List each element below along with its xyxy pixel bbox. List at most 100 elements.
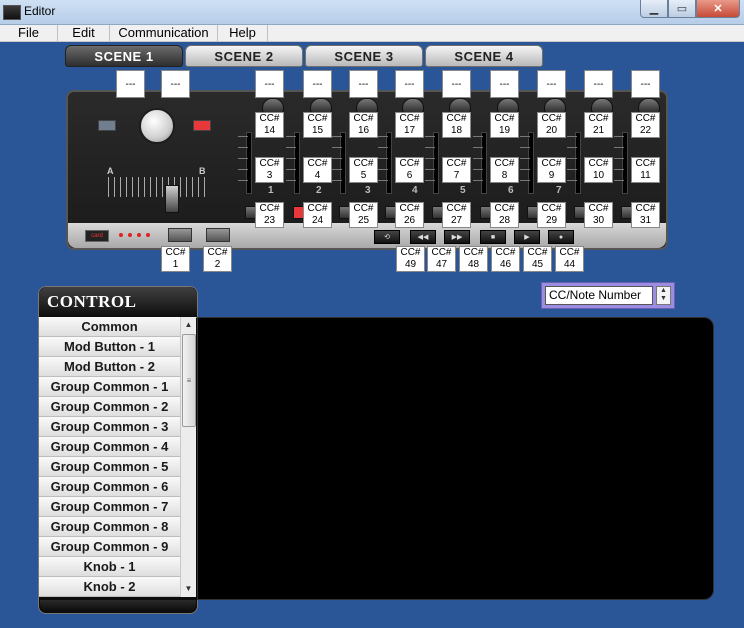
knob-cc-label[interactable]: CC# 20 (537, 112, 566, 138)
mod-button-cc-label[interactable]: CC# 1 (161, 246, 190, 272)
transport-cc-label[interactable]: CC# 47 (427, 246, 456, 272)
channel-fader-slot (340, 132, 346, 194)
tab-scene-4[interactable]: SCENE 4 (425, 45, 543, 67)
transport-cc-label[interactable]: CC# 49 (396, 246, 425, 272)
knob-cc-label[interactable]: CC# 18 (442, 112, 471, 138)
menu-file[interactable]: File (0, 25, 58, 41)
spinner-arrows-icon[interactable]: ▲ ▼ (656, 286, 671, 305)
button-cc-label[interactable]: CC# 31 (631, 202, 660, 228)
fader-tick (378, 147, 388, 148)
button-cc-label[interactable]: CC# 26 (395, 202, 424, 228)
list-item-group-common-4[interactable]: Group Common - 4 (39, 437, 180, 457)
button-cc-label[interactable]: CC# 28 (490, 202, 519, 228)
list-item-mod-button-1[interactable]: Mod Button - 1 (39, 337, 180, 357)
mod-button-1[interactable] (168, 228, 192, 242)
close-button[interactable]: ✕ (696, 0, 740, 18)
group-label[interactable]: --- (490, 70, 519, 98)
menu-edit[interactable]: Edit (58, 25, 110, 41)
list-item-common[interactable]: Common (39, 317, 180, 337)
group-label[interactable]: --- (537, 70, 566, 98)
fader-tick (614, 136, 624, 137)
control-list: Common Mod Button - 1 Mod Button - 2 Gro… (39, 317, 180, 597)
group-label[interactable]: --- (255, 70, 284, 98)
play-icon: ▶ (514, 230, 540, 244)
list-item-group-common-7[interactable]: Group Common - 7 (39, 497, 180, 517)
tab-scene-1[interactable]: SCENE 1 (65, 45, 183, 67)
group-label[interactable]: --- (395, 70, 424, 98)
maximize-button[interactable]: ▭ (668, 0, 696, 18)
fader-cc-label[interactable]: CC# 6 (395, 157, 424, 183)
list-item-group-common-5[interactable]: Group Common - 5 (39, 457, 180, 477)
cc-note-select[interactable]: CC/Note Number ▲ ▼ (541, 282, 675, 309)
channel-number: 2 (316, 185, 322, 196)
list-item-knob-1[interactable]: Knob - 1 (39, 557, 180, 577)
button-cc-label[interactable]: CC# 27 (442, 202, 471, 228)
list-item-group-common-2[interactable]: Group Common - 2 (39, 397, 180, 417)
list-item-group-common-6[interactable]: Group Common - 6 (39, 477, 180, 497)
transport-cc-label[interactable]: CC# 45 (523, 246, 552, 272)
fader-tick (332, 169, 342, 170)
fader-cc-label[interactable]: CC# 11 (631, 157, 660, 183)
scroll-up-icon[interactable]: ▲ (181, 318, 196, 332)
control-list-scrollbar[interactable]: ▲ ≡ ▼ (180, 317, 196, 597)
button-cc-label[interactable]: CC# 29 (537, 202, 566, 228)
cycle-icon: ⟲ (374, 230, 400, 244)
fader-tick (332, 158, 342, 159)
parameter-editor-area (197, 317, 714, 600)
tab-scene-2[interactable]: SCENE 2 (185, 45, 303, 67)
fader-cc-label[interactable]: CC# 9 (537, 157, 566, 183)
menu-help[interactable]: Help (218, 25, 268, 41)
fader-tick (473, 136, 483, 137)
mod-button-cc-label[interactable]: CC# 2 (203, 246, 232, 272)
list-item-group-common-3[interactable]: Group Common - 3 (39, 417, 180, 437)
transport-cc-label[interactable]: CC# 48 (459, 246, 488, 272)
tab-scene-3[interactable]: SCENE 3 (305, 45, 423, 67)
fader-tick (614, 158, 624, 159)
minimize-button[interactable]: ▁ (640, 0, 668, 18)
transport-cc-label[interactable]: CC# 46 (491, 246, 520, 272)
list-item-mod-button-2[interactable]: Mod Button - 2 (39, 357, 180, 377)
fast-forward-icon: ▶▶ (444, 230, 470, 244)
list-item-group-common-1[interactable]: Group Common - 1 (39, 377, 180, 397)
scene-param-label[interactable]: --- (161, 70, 190, 98)
fader-tick (425, 169, 435, 170)
button-cc-label[interactable]: CC# 30 (584, 202, 613, 228)
group-label[interactable]: --- (631, 70, 660, 98)
scene-param-label[interactable]: --- (116, 70, 145, 98)
scroll-down-icon[interactable]: ▼ (181, 582, 196, 596)
button-cc-label[interactable]: CC# 25 (349, 202, 378, 228)
knob-cc-label[interactable]: CC# 21 (584, 112, 613, 138)
fader-cc-label[interactable]: CC# 7 (442, 157, 471, 183)
knob-cc-label[interactable]: CC# 14 (255, 112, 284, 138)
fader-cc-label[interactable]: CC# 4 (303, 157, 332, 183)
scroll-thumb[interactable]: ≡ (182, 334, 196, 427)
mod-led-2 (193, 120, 211, 131)
group-label[interactable]: --- (442, 70, 471, 98)
list-item-group-common-8[interactable]: Group Common - 8 (39, 517, 180, 537)
channel-number: 1 (268, 185, 274, 196)
fader-tick (378, 180, 388, 181)
knob-cc-label[interactable]: CC# 19 (490, 112, 519, 138)
fader-cc-label[interactable]: CC# 10 (584, 157, 613, 183)
cc-note-select-value[interactable]: CC/Note Number (545, 286, 653, 305)
knob-cc-label[interactable]: CC# 16 (349, 112, 378, 138)
channel-fader-slot (622, 132, 628, 194)
button-cc-label[interactable]: CC# 23 (255, 202, 284, 228)
group-label[interactable]: --- (349, 70, 378, 98)
fader-cc-label[interactable]: CC# 3 (255, 157, 284, 183)
knob-cc-label[interactable]: CC# 15 (303, 112, 332, 138)
transport-cc-label[interactable]: CC# 44 (555, 246, 584, 272)
mod-button-2[interactable] (206, 228, 230, 242)
fader-cc-label[interactable]: CC# 8 (490, 157, 519, 183)
fader-tick (567, 169, 577, 170)
control-title: CONTROL (47, 292, 137, 311)
group-label[interactable]: --- (303, 70, 332, 98)
knob-cc-label[interactable]: CC# 17 (395, 112, 424, 138)
group-label[interactable]: --- (584, 70, 613, 98)
menu-communication[interactable]: Communication (110, 25, 218, 41)
button-cc-label[interactable]: CC# 24 (303, 202, 332, 228)
list-item-knob-2[interactable]: Knob - 2 (39, 577, 180, 597)
knob-cc-label[interactable]: CC# 22 (631, 112, 660, 138)
fader-cc-label[interactable]: CC# 5 (349, 157, 378, 183)
list-item-group-common-9[interactable]: Group Common - 9 (39, 537, 180, 557)
